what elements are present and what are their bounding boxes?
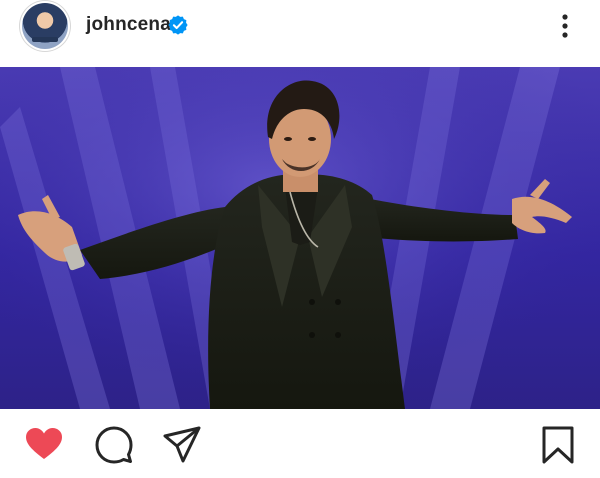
- username[interactable]: johncena: [86, 14, 171, 36]
- send-icon[interactable]: [162, 425, 202, 465]
- post-actions: [0, 409, 600, 478]
- bookmark-icon[interactable]: [538, 425, 578, 465]
- post-header: johncena: [0, 0, 600, 67]
- post-image[interactable]: [0, 67, 600, 409]
- heart-icon[interactable]: [24, 425, 64, 465]
- more-vertical-icon[interactable]: [552, 11, 578, 41]
- verified-badge-icon: [168, 15, 188, 35]
- comment-icon[interactable]: [94, 425, 134, 465]
- avatar[interactable]: [22, 3, 68, 49]
